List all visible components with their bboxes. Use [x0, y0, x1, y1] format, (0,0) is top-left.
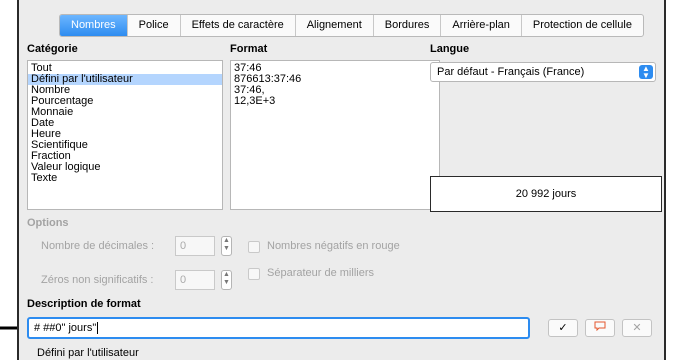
list-item[interactable]: Texte	[28, 173, 222, 184]
tab-nombres[interactable]: Nombres	[60, 15, 128, 36]
accept-button[interactable]: ✓	[548, 319, 578, 337]
format-code-title: Description de format	[27, 298, 141, 310]
checkmark-icon: ✓	[558, 322, 568, 334]
tab-bordures[interactable]: Bordures	[374, 15, 442, 36]
thousands-sep-checkbox[interactable]	[248, 268, 260, 280]
tab-arriere-plan[interactable]: Arrière-plan	[441, 15, 522, 36]
language-value: Par défaut - Français (France)	[437, 66, 585, 78]
format-code-input[interactable]: # ##0" jours"	[27, 317, 530, 339]
category-title: Catégorie	[27, 43, 78, 55]
format-cells-dialog: Nombres Police Effets de caractère Align…	[17, 0, 666, 360]
category-list[interactable]: Tout Défini par l'utilisateur Nombre Pou…	[27, 60, 223, 210]
comment-button[interactable]	[585, 319, 615, 337]
tab-protection-cellule[interactable]: Protection de cellule	[522, 15, 643, 36]
list-item[interactable]: 12,3E+3	[231, 96, 439, 107]
negative-red-checkbox[interactable]	[248, 241, 260, 253]
format-list[interactable]: 37:46 876613:37:46 37:46, 12,3E+3	[230, 60, 440, 210]
leading-zeros-spinner-icon[interactable]: ▲ ▼	[221, 270, 232, 290]
comment-icon	[594, 321, 606, 334]
tab-alignement[interactable]: Alignement	[296, 15, 374, 36]
decimals-label: Nombre de décimales :	[41, 240, 155, 252]
leading-zeros-field[interactable]: 0	[175, 270, 215, 290]
preview-text: 20 992 jours	[515, 188, 577, 200]
delete-x-icon: ✕	[632, 322, 642, 334]
negative-red-label: Nombres négatifs en rouge	[267, 240, 400, 252]
leading-zeros-label: Zéros non significatifs :	[41, 274, 154, 286]
tab-police[interactable]: Police	[128, 15, 181, 36]
options-title: Options	[27, 217, 69, 229]
decimals-field[interactable]: 0	[175, 236, 215, 256]
chevron-updown-icon: ▲ ▼	[639, 65, 653, 80]
format-code-value: # ##0" jours"	[34, 322, 97, 334]
status-text: Défini par l'utilisateur	[37, 347, 139, 359]
delete-button[interactable]: ✕	[622, 319, 652, 337]
decimals-spinner-icon[interactable]: ▲ ▼	[221, 236, 232, 256]
language-title: Langue	[430, 43, 470, 55]
language-select[interactable]: Par défaut - Français (France) ▲ ▼	[430, 62, 656, 82]
thousands-sep-label: Séparateur de milliers	[267, 267, 374, 279]
tab-effets-caractere[interactable]: Effets de caractère	[181, 15, 296, 36]
list-item[interactable]: Valeur logique	[28, 162, 222, 173]
tab-bar: Nombres Police Effets de caractère Align…	[59, 14, 644, 37]
format-title: Format	[230, 43, 268, 55]
list-item[interactable]: Monnaie	[28, 107, 222, 118]
preview-box: 20 992 jours	[430, 176, 662, 212]
